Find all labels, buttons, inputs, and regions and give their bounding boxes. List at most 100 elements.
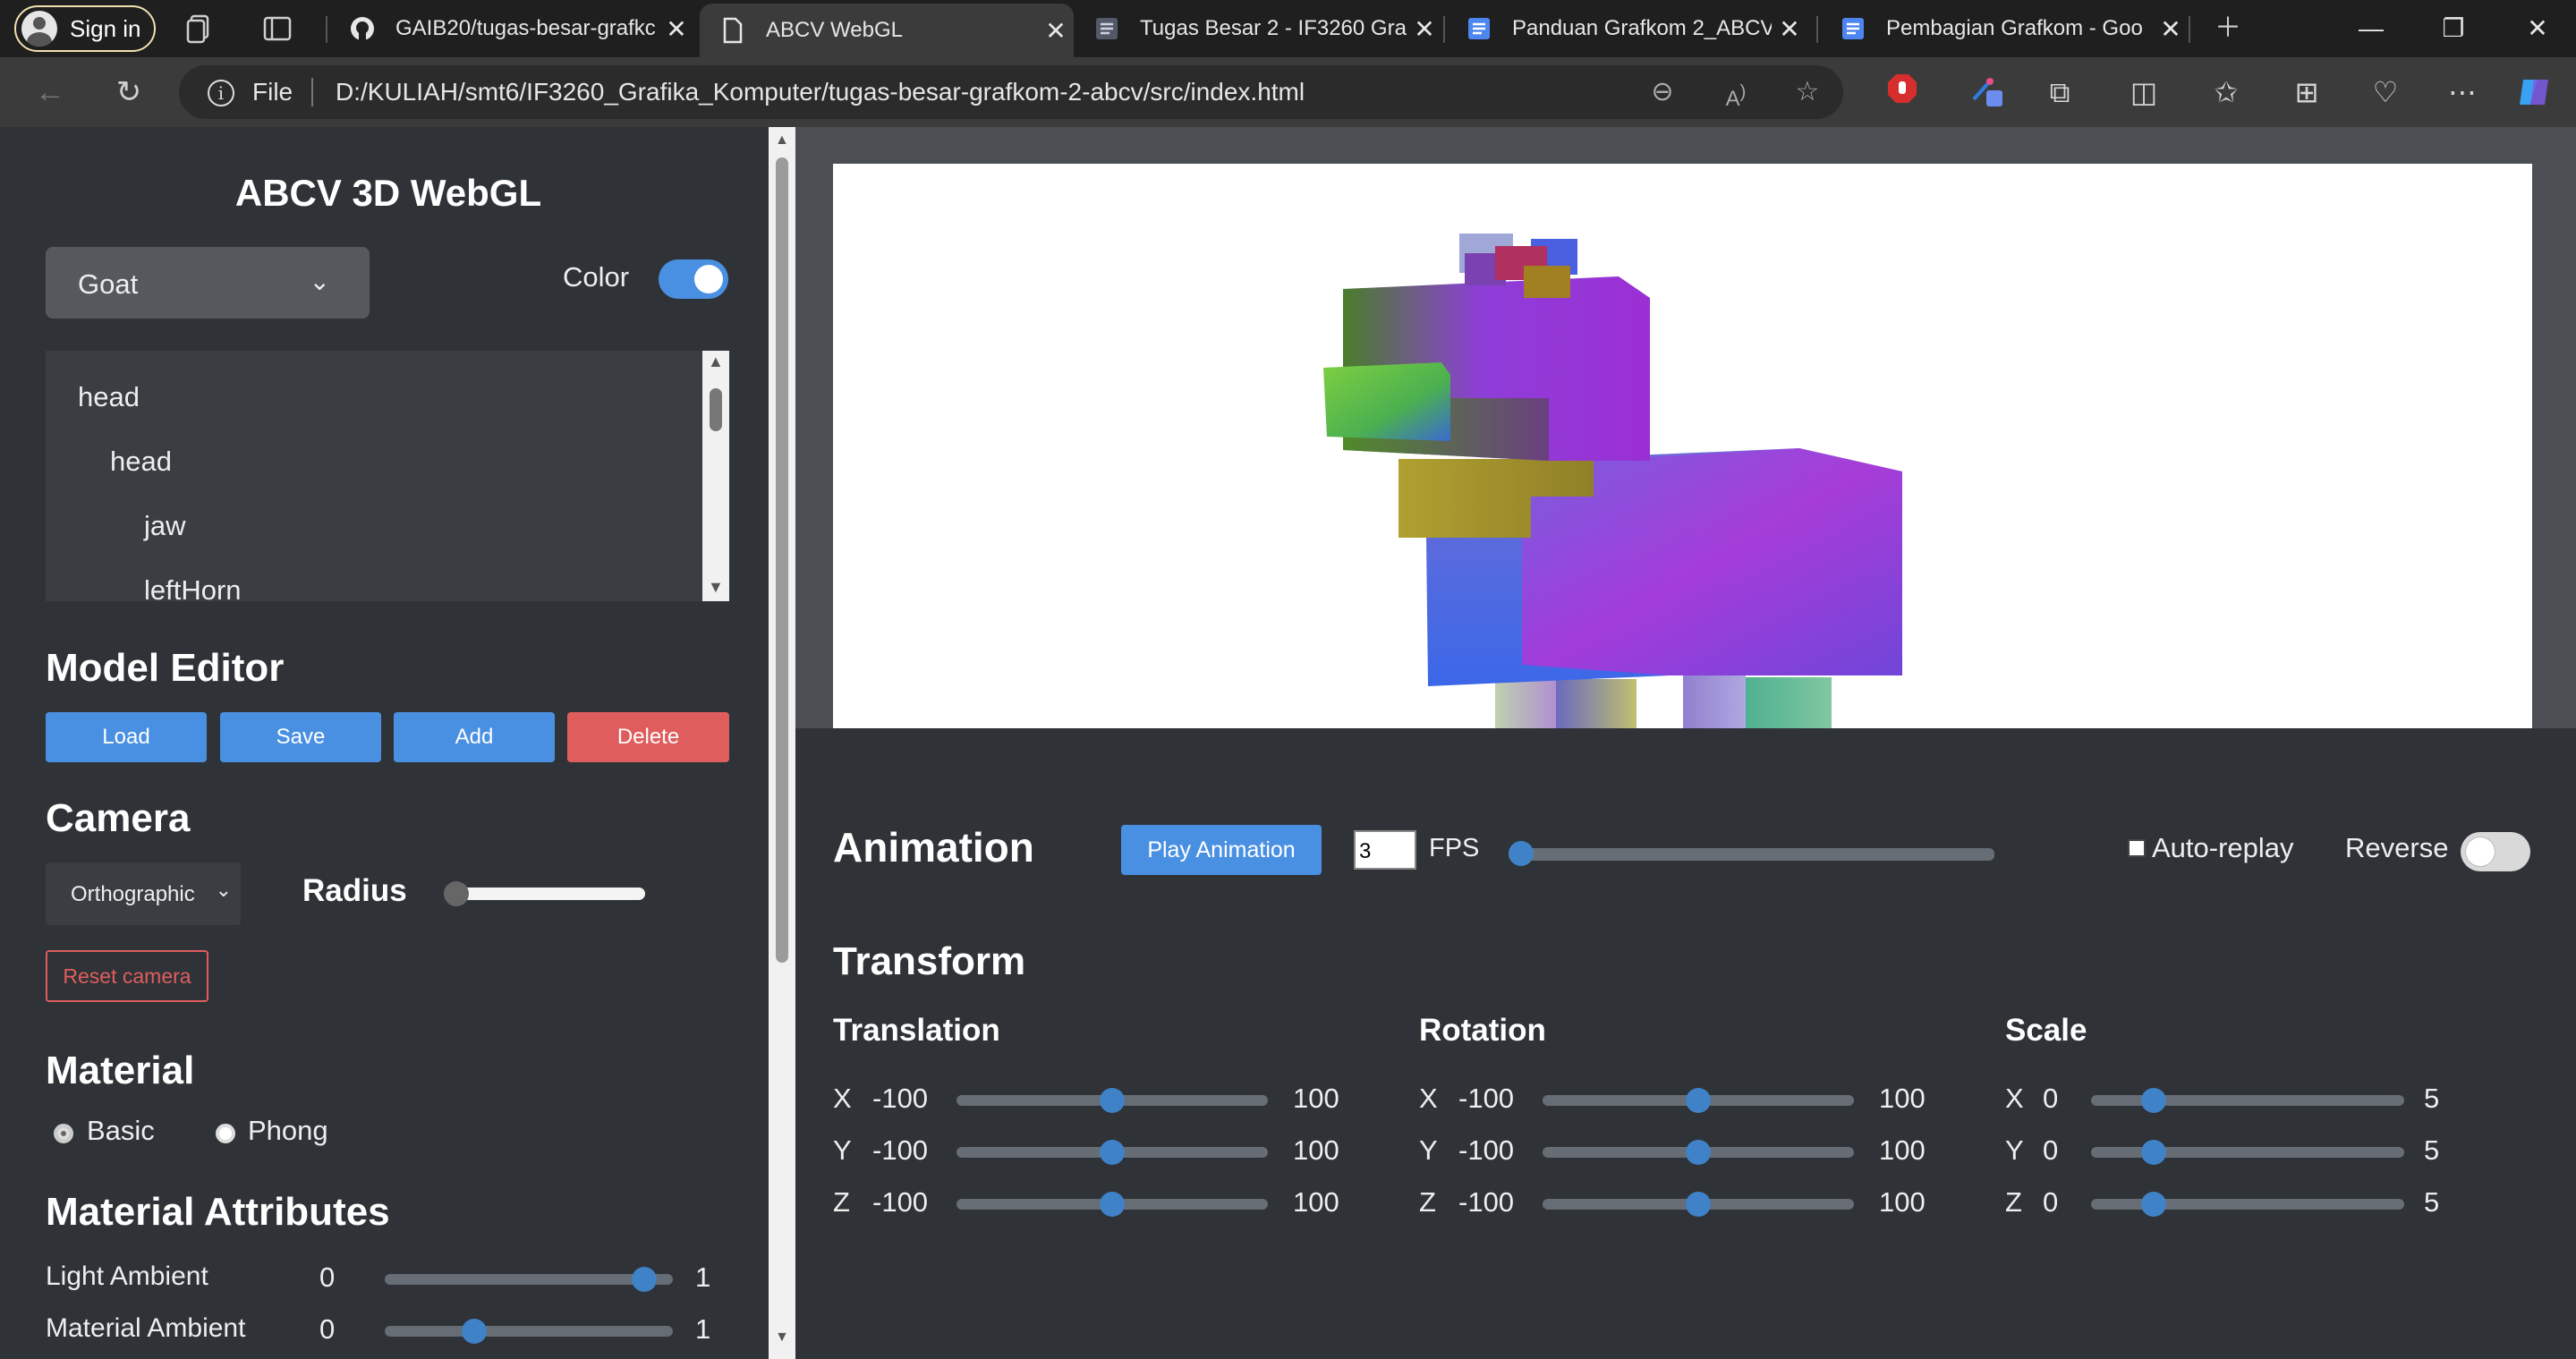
tree-item[interactable]: head: [78, 381, 140, 413]
scale-max: 5: [2424, 1186, 2440, 1218]
tree-item[interactable]: leftHorn: [144, 574, 242, 601]
add-button[interactable]: Add: [394, 712, 555, 762]
restore-icon[interactable]: ❐: [2427, 7, 2480, 50]
tree-item[interactable]: jaw: [144, 510, 186, 542]
slider-thumb[interactable]: [631, 1267, 657, 1292]
fps-slider[interactable]: [1509, 841, 1994, 866]
translation-axis-label: Y: [833, 1134, 852, 1166]
tree-item[interactable]: head: [110, 446, 172, 478]
sidebar-scrollbar[interactable]: ▲ ▼: [769, 127, 795, 1359]
rotation-z-slider[interactable]: [1543, 1192, 1854, 1217]
slider-thumb[interactable]: [1100, 1140, 1125, 1165]
workspaces-icon[interactable]: [184, 13, 217, 45]
extensions-puzzle-icon[interactable]: ⧉: [2040, 72, 2079, 112]
tab-tugas-besar[interactable]: Tugas Besar 2 - IF3260 Gra ✕: [1074, 4, 1442, 54]
back-icon[interactable]: ←: [30, 72, 70, 112]
scroll-up-icon[interactable]: ▲: [708, 352, 724, 371]
scale-y-slider[interactable]: [2091, 1140, 2404, 1165]
collections-icon[interactable]: ⊞: [2287, 72, 2326, 112]
material-basic-radio[interactable]: [54, 1124, 73, 1143]
favorite-star-icon[interactable]: ☆: [1790, 74, 1825, 110]
scale-max: 5: [2424, 1083, 2440, 1114]
slider-thumb[interactable]: [1686, 1192, 1711, 1217]
close-icon[interactable]: ✕: [1772, 14, 1807, 44]
save-button[interactable]: Save: [220, 712, 381, 762]
translation-x-slider[interactable]: [956, 1088, 1268, 1113]
tab-separator: [1443, 16, 1445, 43]
browser-essentials-icon[interactable]: ♡: [2366, 72, 2405, 112]
play-animation-button[interactable]: Play Animation: [1121, 825, 1322, 875]
copilot-icon[interactable]: [2514, 72, 2554, 112]
url-text[interactable]: D:/KULIAH/smt6/IF3260_Grafika_Komputer/t…: [336, 78, 1305, 106]
slider-thumb[interactable]: [1509, 841, 1534, 866]
radius-slider[interactable]: [443, 881, 645, 906]
reset-camera-button[interactable]: Reset camera: [46, 950, 208, 1002]
tab-separator: [326, 16, 327, 43]
scroll-up-icon[interactable]: ▲: [775, 132, 789, 149]
scroll-down-icon[interactable]: ▼: [708, 578, 724, 597]
delete-button[interactable]: Delete: [567, 712, 729, 762]
tab-separator: [2189, 16, 2190, 43]
material-ambient-slider[interactable]: [385, 1319, 673, 1344]
tab-pembagian[interactable]: Pembagian Grafkom - Goo ✕: [1820, 4, 2189, 54]
scroll-down-icon[interactable]: ▼: [775, 1329, 789, 1346]
slider-thumb[interactable]: [443, 881, 469, 906]
tab-abcv-webgl[interactable]: ABCV WebGL ✕: [700, 4, 1074, 57]
component-tree[interactable]: head head jaw leftHorn: [46, 351, 729, 601]
slider-thumb[interactable]: [1686, 1088, 1711, 1113]
favorites-icon[interactable]: ✩: [2206, 72, 2246, 112]
refresh-icon[interactable]: ↻: [109, 72, 149, 112]
minimize-icon[interactable]: —: [2344, 7, 2398, 50]
material-phong-radio[interactable]: [216, 1124, 235, 1143]
translation-min: -100: [872, 1134, 929, 1166]
rotation-y-slider[interactable]: [1543, 1140, 1854, 1165]
scale-z-slider[interactable]: [2091, 1192, 2404, 1217]
close-icon[interactable]: ✕: [2153, 14, 2189, 44]
model-select[interactable]: Goat ⌄: [46, 247, 370, 319]
light-ambient-slider[interactable]: [385, 1267, 673, 1292]
zoom-out-icon[interactable]: ⊖: [1645, 74, 1680, 110]
rotation-x-slider[interactable]: [1543, 1088, 1854, 1113]
close-icon[interactable]: ✕: [659, 14, 694, 44]
scrollbar-thumb[interactable]: [776, 157, 788, 963]
slider-thumb[interactable]: [2141, 1140, 2166, 1165]
translation-z-slider[interactable]: [956, 1192, 1268, 1217]
projection-select[interactable]: Orthographic ⌄: [46, 862, 241, 925]
github-icon: [349, 15, 376, 42]
info-icon[interactable]: i: [208, 80, 234, 106]
address-bar[interactable]: i File D:/KULIAH/smt6/IF3260_Grafika_Kom…: [179, 65, 1843, 119]
tab-title: Tugas Besar 2 - IF3260 Gra: [1140, 16, 1407, 40]
reverse-toggle[interactable]: [2461, 832, 2530, 871]
scrollbar-thumb[interactable]: [710, 388, 722, 431]
close-icon[interactable]: ✕: [1038, 16, 1074, 46]
tab-actions-icon[interactable]: [261, 13, 293, 45]
tab-github[interactable]: GAIB20/tugas-besar-grafkc ✕: [329, 4, 694, 54]
slider-thumb[interactable]: [1686, 1140, 1711, 1165]
slider-thumb[interactable]: [1100, 1192, 1125, 1217]
fps-input[interactable]: 3: [1354, 830, 1416, 870]
close-window-icon[interactable]: ✕: [2511, 7, 2564, 50]
translation-y-slider[interactable]: [956, 1140, 1268, 1165]
slider-thumb[interactable]: [2141, 1192, 2166, 1217]
scale-x-slider[interactable]: [2091, 1088, 2404, 1113]
light-ambient-label: Light Ambient: [46, 1261, 208, 1291]
color-toggle[interactable]: [659, 259, 728, 299]
autoreplay-checkbox[interactable]: [2128, 839, 2146, 857]
more-menu-icon[interactable]: ⋯: [2443, 72, 2482, 112]
signin-button[interactable]: Sign in: [14, 5, 156, 52]
load-button[interactable]: Load: [46, 712, 207, 762]
scale-min: 0: [2043, 1083, 2059, 1114]
slider-thumb[interactable]: [461, 1319, 487, 1344]
slider-thumb[interactable]: [2141, 1088, 2166, 1113]
new-tab-icon[interactable]: ＋: [2212, 13, 2244, 45]
read-aloud-icon[interactable]: A): [1718, 74, 1754, 111]
slider-thumb[interactable]: [1100, 1088, 1125, 1113]
split-screen-icon[interactable]: ◫: [2124, 72, 2164, 112]
webgl-canvas[interactable]: [833, 164, 2532, 817]
adblock-icon[interactable]: [1883, 72, 1922, 112]
extension-picker-icon[interactable]: [1967, 72, 2006, 112]
tree-scrollbar[interactable]: ▲ ▼: [702, 351, 729, 601]
tab-panduan[interactable]: Panduan Grafkom 2_ABCV ✕: [1446, 4, 1807, 54]
browser-toolbar: ← ↻ i File D:/KULIAH/smt6/IF3260_Grafika…: [0, 57, 2576, 127]
close-icon[interactable]: ✕: [1407, 14, 1442, 44]
